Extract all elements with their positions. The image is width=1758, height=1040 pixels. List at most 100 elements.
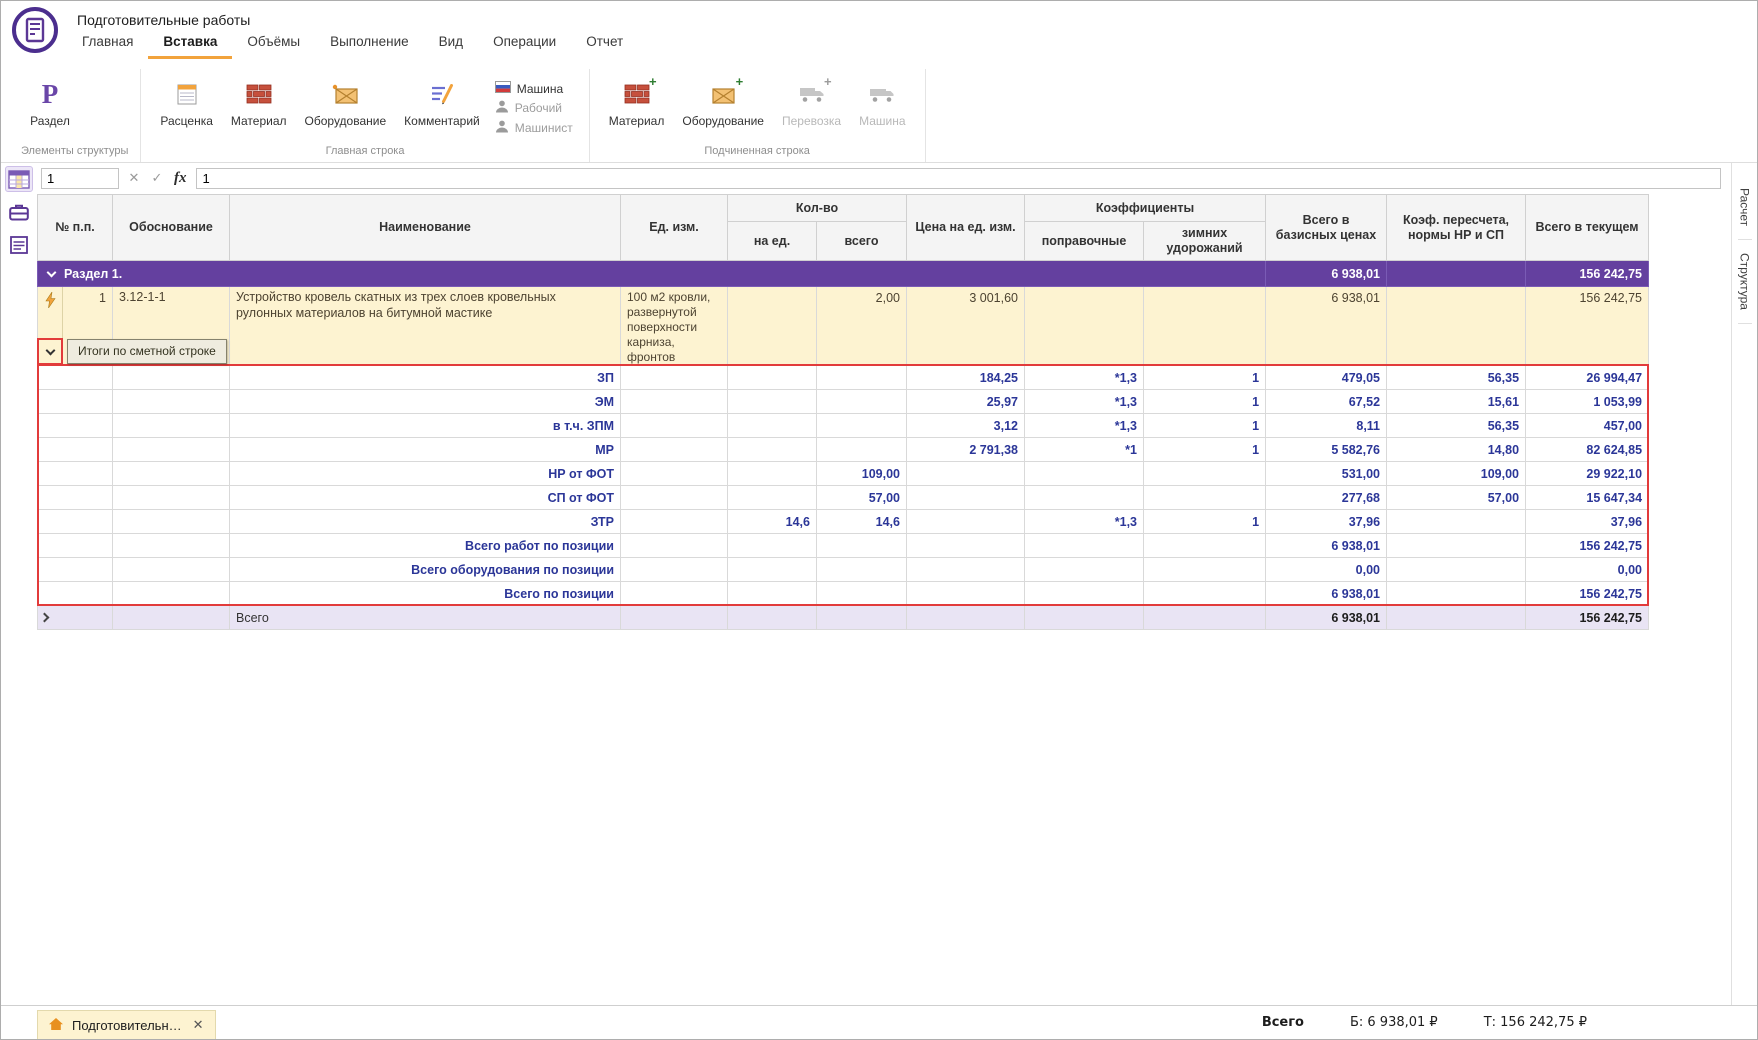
cell-basis[interactable] [113,582,230,606]
cell-label[interactable]: Всего по позиции [230,582,621,606]
cell-qty-per[interactable] [728,438,817,462]
cell-total-base[interactable]: 277,68 [1266,486,1387,510]
cell-basis[interactable] [113,462,230,486]
cell-unit-price[interactable] [907,510,1025,534]
cell-basis[interactable] [113,558,230,582]
row-totals-toggle-button[interactable] [37,338,63,365]
comment-button[interactable]: Комментарий [397,72,487,132]
confirm-icon[interactable]: ✓ [149,171,165,186]
cell-num[interactable] [38,534,113,558]
cell-basis[interactable] [113,390,230,414]
menu-tab-vid[interactable]: Вид [424,29,478,59]
totals-sub-row[interactable]: ЗТР 14,6 14,6 *1,3 1 37,96 37,96 [38,510,1649,534]
totals-sub-row[interactable]: ЗП 184,25 *1,3 1 479,05 56,35 26 994,47 [38,366,1649,390]
cell-total-current[interactable]: 82 624,85 [1526,438,1649,462]
expand-total-icon[interactable] [38,606,112,629]
cell-unit[interactable] [621,534,728,558]
cell-total-current[interactable]: 1 053,99 [1526,390,1649,414]
cell-coeff-corr[interactable]: *1 [1025,438,1144,462]
cell-qty-per[interactable] [728,414,817,438]
cell-coeff-winter[interactable] [1144,287,1266,366]
cell-qty-per[interactable] [728,462,817,486]
cell-unit[interactable] [621,486,728,510]
cell-total-base[interactable]: 6 938,01 [1266,287,1387,366]
col-header-qty-total[interactable]: всего [817,222,907,261]
cell-num[interactable] [38,582,113,606]
cell-coeff-winter[interactable]: 1 [1144,390,1266,414]
cell-qty-per[interactable] [728,366,817,390]
cell-qty-per[interactable]: 14,6 [728,510,817,534]
col-header-recalc[interactable]: Коэф. пересчета, нормы НР и СП [1387,195,1526,261]
tab-struktura[interactable]: Структура [1738,240,1752,324]
close-icon[interactable]: ✕ [190,1018,207,1033]
cell-label[interactable]: ЗТР [230,510,621,534]
cell-label[interactable]: в т.ч. ЗПМ [230,414,621,438]
cell-coeff-corr[interactable]: *1,3 [1025,414,1144,438]
cell-qty-total[interactable]: 14,6 [817,510,907,534]
formula-input[interactable] [196,168,1722,189]
cell-qty-per[interactable] [728,486,817,510]
cell-total-current[interactable]: 15 647,34 [1526,486,1649,510]
cell-basis[interactable] [113,366,230,390]
cell-total-base[interactable]: 479,05 [1266,366,1387,390]
cell-unit[interactable] [621,390,728,414]
cell-total-base[interactable]: 67,52 [1266,390,1387,414]
cell-unit-price[interactable]: 25,97 [907,390,1025,414]
col-header-unit[interactable]: Ед. изм. [621,195,728,261]
cell-coeff-corr[interactable] [1025,558,1144,582]
cell-total-current[interactable]: 29 922,10 [1526,462,1649,486]
col-header-coeff-group[interactable]: Коэффициенты [1025,195,1266,222]
name-box-input[interactable] [41,168,119,189]
totals-sub-row[interactable]: в т.ч. ЗПМ 3,12 *1,3 1 8,11 56,35 457,00 [38,414,1649,438]
cell-unit-price[interactable] [907,558,1025,582]
sheet-view-icon[interactable] [5,232,33,258]
cell-coeff-corr[interactable] [1025,287,1144,366]
totals-sub-row[interactable]: ЭМ 25,97 *1,3 1 67,52 15,61 1 053,99 [38,390,1649,414]
cell-qty-per[interactable] [728,390,817,414]
document-tab[interactable]: Подготовительн… ✕ [37,1010,216,1039]
cell-qty-total[interactable] [817,558,907,582]
estimate-position-row[interactable]: 1 3.12-1-1 Устройство кровель скатных из… [38,287,1649,366]
cell-coeff-corr[interactable]: *1,3 [1025,510,1144,534]
perevozka-button[interactable]: + Перевозка [775,72,848,132]
cell-recalc[interactable]: 57,00 [1387,486,1526,510]
cell-unit-price[interactable]: 3,12 [907,414,1025,438]
cell-coeff-corr[interactable] [1025,534,1144,558]
cell-unit-price[interactable] [907,582,1025,606]
totals-sub-row[interactable]: Всего оборудования по позиции 0,00 0,00 [38,558,1649,582]
cell-coeff-winter[interactable] [1144,462,1266,486]
cell-unit-price[interactable]: 2 791,38 [907,438,1025,462]
cell-total-base[interactable]: 8,11 [1266,414,1387,438]
cell-qty-total[interactable] [817,390,907,414]
cell-recalc[interactable]: 14,80 [1387,438,1526,462]
cell-unit[interactable] [621,414,728,438]
cell-coeff-winter[interactable] [1144,558,1266,582]
totals-sub-row[interactable]: Всего по позиции 6 938,01 156 242,75 [38,582,1649,606]
mashina-sub-button[interactable]: Машина [852,72,912,132]
cell-name[interactable]: Устройство кровель скатных из трех слоев… [230,287,621,366]
cell-basis[interactable] [113,438,230,462]
menu-tab-operacii[interactable]: Операции [478,29,571,59]
menu-tab-vypolnenie[interactable]: Выполнение [315,29,424,59]
cell-num[interactable] [38,558,113,582]
cell-unit-price[interactable] [907,486,1025,510]
col-header-qty-group[interactable]: Кол-во [728,195,907,222]
cell-coeff-winter[interactable]: 1 [1144,510,1266,534]
cell-qty-total[interactable] [817,534,907,558]
cell-label[interactable]: СП от ФОТ [230,486,621,510]
cell-recalc[interactable] [1387,582,1526,606]
cell-unit-price[interactable]: 3 001,60 [907,287,1025,366]
cell-num[interactable] [38,486,113,510]
menu-tab-vstavka[interactable]: Вставка [148,29,232,59]
cell-total-current[interactable]: 37,96 [1526,510,1649,534]
cell-total-base[interactable]: 6 938,01 [1266,534,1387,558]
cell-total-base[interactable]: 6 938,01 [1266,582,1387,606]
cell-qty-total[interactable] [817,582,907,606]
cell-label[interactable]: НР от ФОТ [230,462,621,486]
totals-sub-row[interactable]: НР от ФОТ 109,00 531,00 109,00 29 922,10 [38,462,1649,486]
cell-coeff-corr[interactable] [1025,486,1144,510]
tab-raschet[interactable]: Расчет [1738,175,1752,240]
cell-total-base[interactable]: 5 582,76 [1266,438,1387,462]
rascenka-button[interactable]: Расценка [153,72,220,132]
cell-qty-total[interactable] [817,414,907,438]
